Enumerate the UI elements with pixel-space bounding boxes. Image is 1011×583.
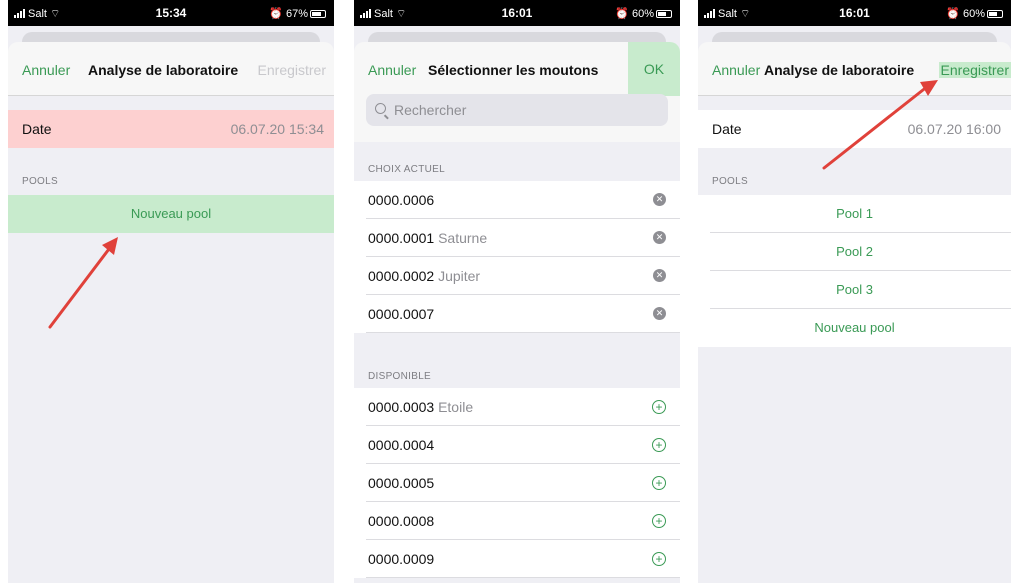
add-icon[interactable]: + xyxy=(652,514,666,528)
battery-icon xyxy=(310,10,326,18)
remove-icon[interactable]: ✕ xyxy=(653,231,666,244)
sheep-row[interactable]: 0000.0002 Jupiter ✕ xyxy=(354,257,680,295)
new-pool-button[interactable]: Nouveau pool xyxy=(698,309,1011,347)
battery-status: ⏰ 60% xyxy=(946,7,1003,20)
save-button[interactable]: Enregistrer xyxy=(258,62,326,78)
ok-button[interactable]: OK xyxy=(628,42,680,96)
page-title: Analyse de laboratoire xyxy=(88,62,239,78)
pool-item[interactable]: Pool 3 xyxy=(698,271,1011,309)
battery-status: ⏰ 67% xyxy=(269,7,326,20)
sheep-row[interactable]: 0000.0006 ✕ xyxy=(354,181,680,219)
pool-label: Pool 3 xyxy=(836,282,873,297)
save-button[interactable]: Enregistrer xyxy=(938,62,1011,78)
pools-section-header: POOLS xyxy=(712,176,748,187)
sheep-id: 0000.0008 xyxy=(368,513,435,529)
cancel-button[interactable]: Annuler xyxy=(368,62,416,78)
date-row[interactable]: Date 06.07.20 16:00 xyxy=(698,110,1011,148)
date-label: Date xyxy=(712,121,742,137)
sheep-name: Saturne xyxy=(438,230,488,246)
add-icon[interactable]: + xyxy=(652,552,666,566)
sheep-row[interactable]: 0000.0009 + xyxy=(354,540,680,578)
sheep-row[interactable]: 0000.0007 ✕ xyxy=(354,295,680,333)
sheep-name: Jupiter xyxy=(438,268,481,284)
search-placeholder: Rechercher xyxy=(394,102,467,118)
modal-sheet: Annuler Sélectionner les moutons OK Rech… xyxy=(354,42,680,583)
current-selection-header: CHOIX ACTUEL xyxy=(368,164,445,175)
battery-percent: 67% xyxy=(285,8,308,20)
navigation-bar: Annuler Sélectionner les moutons OK Rech… xyxy=(354,42,680,142)
row-separator xyxy=(366,577,680,578)
modal-sheet: Annuler Analyse de laboratoire Enregistr… xyxy=(8,42,334,583)
row-separator xyxy=(366,332,680,333)
pool-item[interactable]: Pool 1 xyxy=(698,195,1011,233)
sheep-id: 0000.0009 xyxy=(368,551,435,567)
sheep-id: 0000.0006 xyxy=(368,192,435,208)
modal-sheet: Annuler Analyse de laboratoire Enregistr… xyxy=(698,42,1011,583)
status-bar: Salt ⌔ 16:01 ⏰ 60% xyxy=(698,0,1011,26)
search-input[interactable]: Rechercher xyxy=(366,94,668,126)
sheep-id: 0000.0007 xyxy=(368,306,435,322)
sheep-row[interactable]: 0000.0004 + xyxy=(354,426,680,464)
sheep-id: 0000.0002 xyxy=(368,268,435,284)
cancel-button[interactable]: Annuler xyxy=(712,62,760,78)
search-icon xyxy=(375,103,386,114)
screen-analysis-new: Salt ⌔ 15:34 ⏰ 67% Annuler Analyse de la… xyxy=(8,0,334,583)
cancel-button[interactable]: Annuler xyxy=(22,62,70,78)
battery-percent: 60% xyxy=(631,8,654,20)
remove-icon[interactable]: ✕ xyxy=(653,193,666,206)
pool-label: Pool 1 xyxy=(836,206,873,221)
sheep-row[interactable]: 0000.0008 + xyxy=(354,502,680,540)
pool-label: Pool 2 xyxy=(836,244,873,259)
sheep-id: 0000.0005 xyxy=(368,475,435,491)
available-header: DISPONIBLE xyxy=(368,371,432,382)
remove-icon[interactable]: ✕ xyxy=(653,269,666,282)
pools-section-header: POOLS xyxy=(22,176,58,187)
sheep-id: 0000.0003 xyxy=(368,399,435,415)
sheep-id: 0000.0004 xyxy=(368,437,435,453)
date-value: 06.07.20 15:34 xyxy=(230,121,324,137)
navigation-bar: Annuler Analyse de laboratoire Enregistr… xyxy=(698,42,1011,96)
navigation-bar: Annuler Analyse de laboratoire Enregistr… xyxy=(8,42,334,96)
date-row[interactable]: Date 06.07.20 15:34 xyxy=(8,110,334,148)
sheep-row[interactable]: 0000.0003 Etoile + xyxy=(354,388,680,426)
alarm-icon: ⏰ xyxy=(269,8,283,20)
battery-percent: 60% xyxy=(962,8,985,20)
sheep-row[interactable]: 0000.0001 Saturne ✕ xyxy=(354,219,680,257)
sheep-id: 0000.0001 xyxy=(368,230,435,246)
pool-item[interactable]: Pool 2 xyxy=(698,233,1011,271)
status-bar: Salt ⌔ 15:34 ⏰ 67% xyxy=(8,0,334,26)
page-title: Analyse de laboratoire xyxy=(764,62,915,78)
add-icon[interactable]: + xyxy=(652,438,666,452)
add-icon[interactable]: + xyxy=(652,476,666,490)
screen-analysis-pools: Salt ⌔ 16:01 ⏰ 60% Annuler Analyse de la… xyxy=(698,0,1011,583)
alarm-icon: ⏰ xyxy=(615,8,629,20)
sheep-name: Etoile xyxy=(438,399,474,415)
date-label: Date xyxy=(22,121,52,137)
remove-icon[interactable]: ✕ xyxy=(653,307,666,320)
battery-status: ⏰ 60% xyxy=(615,7,672,20)
pools-list: Pool 1 Pool 2 Pool 3 xyxy=(698,195,1011,309)
current-selection-list: 0000.0006 ✕ 0000.0001 Saturne ✕ 0000.0002 Ju… xyxy=(354,181,680,333)
available-list: 0000.0003 Etoile +0000.0004 +0000.0005 +000… xyxy=(354,388,680,578)
date-value: 06.07.20 16:00 xyxy=(907,121,1001,137)
battery-icon xyxy=(987,10,1003,18)
page-title: Sélectionner les moutons xyxy=(428,62,599,78)
screen-select-sheep: Salt ⌔ 16:01 ⏰ 60% Annuler Sélectionner … xyxy=(354,0,680,583)
new-pool-button[interactable]: Nouveau pool xyxy=(8,195,334,233)
alarm-icon: ⏰ xyxy=(946,8,960,20)
sheep-row[interactable]: 0000.0005 + xyxy=(354,464,680,502)
add-icon[interactable]: + xyxy=(652,400,666,414)
battery-icon xyxy=(656,10,672,18)
status-bar: Salt ⌔ 16:01 ⏰ 60% xyxy=(354,0,680,26)
